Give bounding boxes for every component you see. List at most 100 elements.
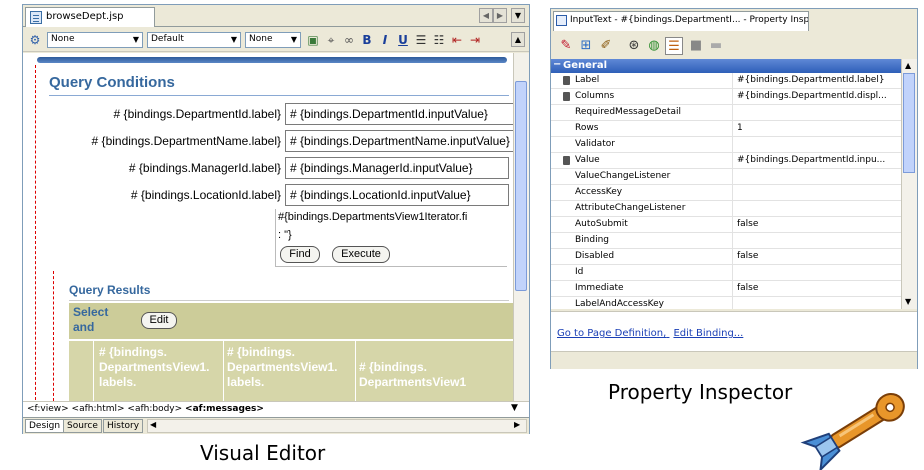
property-name: AccessKey (551, 185, 733, 200)
property-value[interactable] (735, 265, 901, 280)
property-value[interactable]: false (735, 281, 901, 296)
property-row[interactable]: AccessKey (551, 185, 901, 201)
toolbar-overflow-icon[interactable]: ▲ (511, 32, 525, 47)
numbered-list-icon[interactable]: ☰ (413, 32, 429, 48)
property-name: Binding (551, 233, 733, 248)
edit-properties-icon[interactable]: ⊞ (577, 37, 595, 55)
underline-button[interactable]: U (395, 32, 411, 48)
property-value[interactable]: #{bindings.DepartmentId.label} (735, 73, 901, 88)
tab-browse-dept-jsp[interactable]: browseDept.jsp (25, 7, 155, 27)
scroll-right-icon[interactable]: ▶ (514, 420, 520, 429)
tab-design[interactable]: Design (25, 419, 65, 433)
field-label-department-name: # {bindings.DepartmentName.label} (91, 134, 281, 148)
property-inspector-caption: Property Inspector (608, 380, 793, 404)
grid-scroll-thumb[interactable] (903, 73, 915, 173)
tab-history[interactable]: History (103, 419, 144, 433)
italic-button[interactable]: I (377, 32, 393, 48)
iterator-text: #{bindings.DepartmentsView1Iterator.fi (278, 211, 468, 223)
property-row[interactable]: Columns #{bindings.DepartmentId.displ... (551, 89, 901, 105)
go-to-page-definition-link[interactable]: Go to Page Definition, (557, 328, 666, 339)
property-value[interactable] (735, 105, 901, 120)
scroll-tabs-right-icon[interactable]: ▶ (493, 8, 507, 23)
horizontal-scrollbar[interactable]: ◀ ▶ (147, 419, 527, 433)
tab-property-inspector[interactable]: InputText - #{bindings.DepartmentI... - … (553, 11, 809, 31)
editor-scroll-thumb[interactable] (515, 81, 527, 291)
bold-button[interactable]: B (359, 32, 375, 48)
property-name: Columns (551, 89, 733, 104)
link-icon[interactable]: ∞ (341, 32, 357, 48)
property-value[interactable] (735, 137, 901, 152)
property-row[interactable]: Binding (551, 233, 901, 249)
property-row[interactable]: Validator (551, 137, 901, 153)
property-row[interactable]: AttributeChangeListener (551, 201, 901, 217)
property-value[interactable]: #{bindings.DepartmentId.inpu... (735, 153, 901, 168)
property-value[interactable] (735, 201, 901, 216)
property-row[interactable]: LabelAndAccessKey (551, 297, 901, 309)
property-grid-scrollbar[interactable]: ▲ ▼ (901, 59, 917, 309)
size-select[interactable]: None ▼ (245, 32, 301, 48)
design-canvas[interactable]: Query Conditions # {bindings.DepartmentI… (23, 53, 513, 401)
property-value[interactable] (735, 233, 901, 248)
scroll-up-icon[interactable]: ▲ (905, 61, 911, 70)
tab-list-dropdown-icon[interactable]: ▼ (511, 8, 525, 23)
style-select[interactable]: None ▼ (47, 32, 143, 48)
inspector-toolbar: ✎ ⊞ ✐ ⊛ ◍ ☰ ■ ▬ (551, 32, 917, 58)
input-text-icon (556, 15, 567, 26)
property-row[interactable]: ValueChangeListener (551, 169, 901, 185)
property-inspector-window: InputText - #{bindings.DepartmentI... - … (550, 8, 918, 369)
property-name: ValueChangeListener (551, 169, 733, 184)
outdent-icon[interactable]: ⇤ (449, 32, 465, 48)
property-row[interactable]: Immediate false (551, 281, 901, 297)
property-value[interactable]: false (735, 249, 901, 264)
visual-editor-window: browseDept.jsp ◀ ▶ ▼ ⚙ None ▼ Default ▼ No… (22, 4, 530, 434)
title-underline (49, 95, 509, 96)
property-name: Label (551, 73, 733, 88)
property-row[interactable]: Id (551, 265, 901, 281)
tab-label: browseDept.jsp (46, 11, 124, 22)
property-row[interactable]: Label #{bindings.DepartmentId.label} (551, 73, 901, 89)
jsp-file-icon (30, 11, 42, 24)
property-name: Rows (551, 121, 733, 136)
property-row[interactable]: RequiredMessageDetail (551, 105, 901, 121)
pencil-icon[interactable]: ✐ (597, 37, 615, 55)
css-style-icon[interactable]: ⚙ (27, 32, 43, 48)
edit-binding-link[interactable]: Edit Binding... (673, 328, 743, 339)
font-color-icon[interactable]: ▣ (305, 32, 321, 48)
collapse-icon[interactable]: − (553, 59, 561, 70)
scroll-down-icon[interactable]: ▼ (905, 297, 911, 306)
property-value[interactable] (735, 169, 901, 184)
edit-button[interactable]: Edit (141, 312, 177, 329)
font-select[interactable]: Default ▼ (147, 32, 241, 48)
property-value[interactable]: #{bindings.DepartmentId.displ... (735, 89, 901, 104)
filter-icon[interactable]: ▬ (707, 37, 725, 55)
sort-icon[interactable]: ■ (687, 37, 705, 55)
location-id-input[interactable]: # {bindings.LocationId.inputValue} (285, 184, 509, 206)
property-row[interactable]: Value #{bindings.DepartmentId.inpu... (551, 153, 901, 169)
pin-icon[interactable]: ✎ (557, 37, 575, 55)
property-value[interactable]: false (735, 217, 901, 232)
property-value[interactable]: 1 (735, 121, 901, 136)
manager-id-input[interactable]: # {bindings.ManagerId.inputValue} (285, 157, 509, 179)
property-value[interactable] (735, 297, 901, 309)
category-general[interactable]: − General (551, 59, 901, 73)
bullet-list-icon[interactable]: ☷ (431, 32, 447, 48)
department-id-input[interactable]: # {bindings.DepartmentId.inputValue} (285, 103, 513, 125)
scroll-tabs-left-icon[interactable]: ◀ (479, 8, 493, 23)
highlight-icon[interactable]: ⌖ (323, 32, 339, 48)
wrench-icon (800, 393, 905, 470)
property-name: RequiredMessageDetail (551, 105, 733, 120)
categorized-view-icon[interactable]: ☰ (665, 37, 683, 55)
department-name-input[interactable]: # {bindings.DepartmentName.inputValue} (285, 130, 513, 152)
property-value[interactable] (735, 185, 901, 200)
indent-icon[interactable]: ⇥ (467, 32, 483, 48)
property-row[interactable]: Disabled false (551, 249, 901, 265)
property-row[interactable]: Rows 1 (551, 121, 901, 137)
scroll-left-icon[interactable]: ◀ (150, 420, 156, 429)
property-row[interactable]: AutoSubmit false (551, 217, 901, 233)
execute-button[interactable]: Execute (332, 246, 390, 263)
tab-source[interactable]: Source (63, 419, 102, 433)
find-button[interactable]: Find (280, 246, 320, 263)
color-wheel-icon[interactable]: ◍ (645, 37, 663, 55)
find-icon[interactable]: ⊛ (625, 37, 643, 55)
path-dropdown-icon[interactable]: ▼ (511, 403, 518, 413)
